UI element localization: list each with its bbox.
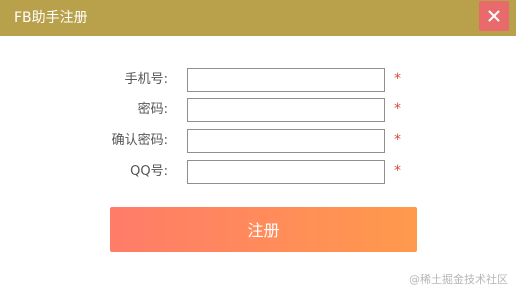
qq-required-mark: * (394, 163, 401, 179)
watermark: @稀土掘金技术社区 (409, 273, 508, 286)
qq-input[interactable] (187, 160, 385, 184)
close-button[interactable] (479, 1, 509, 31)
register-button[interactable]: 注册 (110, 207, 417, 252)
close-icon (488, 10, 500, 22)
form-row-qq: QQ号: * (0, 160, 516, 184)
password-label: 密码: (137, 102, 168, 117)
confirm-password-label: 确认密码: (111, 133, 168, 148)
phone-label: 手机号: (124, 72, 168, 87)
window-title: FB助手注册 (14, 10, 88, 26)
password-input[interactable] (187, 98, 385, 122)
phone-input[interactable] (187, 68, 385, 92)
form-row-confirm-password: 确认密码: * (0, 129, 516, 153)
confirm-password-required-mark: * (394, 132, 401, 148)
register-dialog: FB助手注册 手机号: * 密码: * 确认密码: * QQ号: * 注册 @稀… (0, 0, 516, 296)
form-row-phone: 手机号: * (0, 68, 516, 92)
password-required-mark: * (394, 101, 401, 117)
confirm-password-input[interactable] (187, 129, 385, 153)
form-row-password: 密码: * (0, 98, 516, 122)
title-bar[interactable]: FB助手注册 (0, 0, 516, 36)
phone-required-mark: * (394, 71, 401, 87)
qq-label: QQ号: (130, 164, 168, 179)
